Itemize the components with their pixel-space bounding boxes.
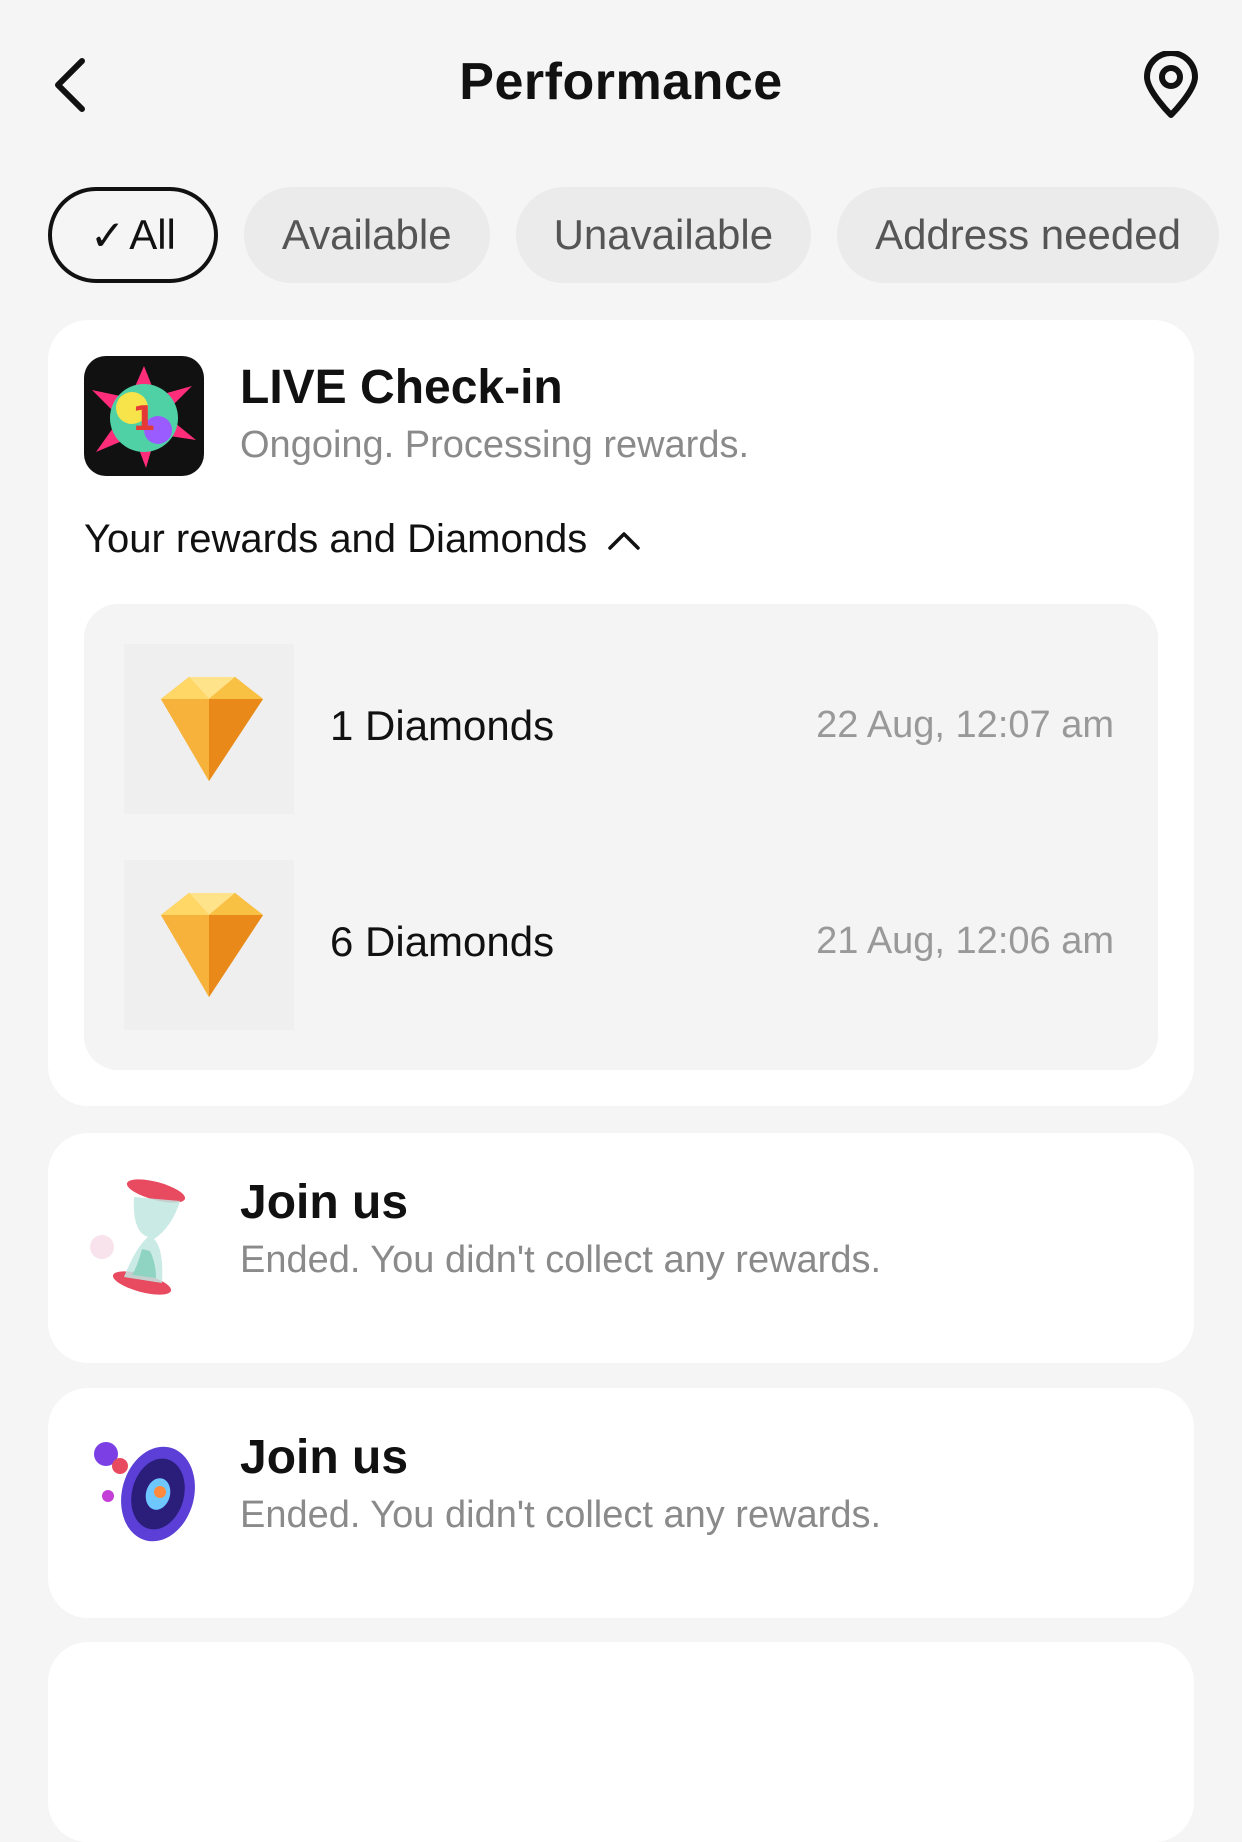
event-title: Join us [240,1176,409,1229]
diamond-icon [124,644,294,814]
reward-row: 6 Diamonds 21 Aug, 12:06 am [84,860,1158,1030]
filter-chip-all[interactable]: ✓ All [48,187,218,283]
rewards-toggle-label: Your rewards and Diamonds [84,517,588,561]
page-title: Performance [459,53,783,111]
reward-time: 21 Aug, 12:06 am [816,920,1114,962]
chevron-up-icon [608,531,640,550]
event-thumbnail: 1 [84,356,204,476]
event-card[interactable] [48,1642,1194,1842]
diamond-icon [124,860,294,1030]
filter-chip-address-needed[interactable]: Address needed [837,187,1219,283]
filter-chips: ✓ All Available Unavailable Address need… [48,187,1242,283]
event-card[interactable]: Join us Ended. You didn't collect any re… [48,1388,1194,1618]
filter-chip-label: Available [281,211,452,258]
reward-name: 6 Diamonds [330,918,555,965]
event-card[interactable]: Join us Ended. You didn't collect any re… [48,1133,1194,1363]
reward-row: 1 Diamonds 22 Aug, 12:07 am [84,644,1158,814]
svg-text:1: 1 [132,399,156,439]
check-icon: ✓ [90,211,126,259]
filter-chip-label: All [129,211,176,258]
location-button[interactable] [1136,48,1206,124]
event-status: Ended. You didn't collect any rewards. [240,1239,882,1281]
header: Performance [0,0,1242,170]
filter-chip-label: Address needed [875,211,1181,258]
galaxy-icon [84,1432,204,1552]
filter-chip-label: Unavailable [553,211,774,258]
location-pin-icon [1144,51,1198,118]
hourglass-icon [84,1177,204,1297]
event-title: Join us [240,1431,409,1484]
event-status: Ongoing. Processing rewards. [240,424,750,466]
event-title: LIVE Check-in [240,361,563,414]
event-card[interactable]: 1 LIVE Check-in Ongoing. Processing rewa… [48,320,1194,1106]
filter-chip-unavailable[interactable]: Unavailable [515,187,812,283]
reward-time: 22 Aug, 12:07 am [816,704,1114,746]
rewards-list: 1 Diamonds 22 Aug, 12:07 am 6 Diamonds 2… [84,604,1158,1070]
rewards-toggle[interactable]: Your rewards and Diamonds [84,517,641,562]
filter-chip-available[interactable]: Available [243,187,490,283]
event-status: Ended. You didn't collect any rewards. [240,1494,882,1536]
reward-name: 1 Diamonds [330,702,555,749]
